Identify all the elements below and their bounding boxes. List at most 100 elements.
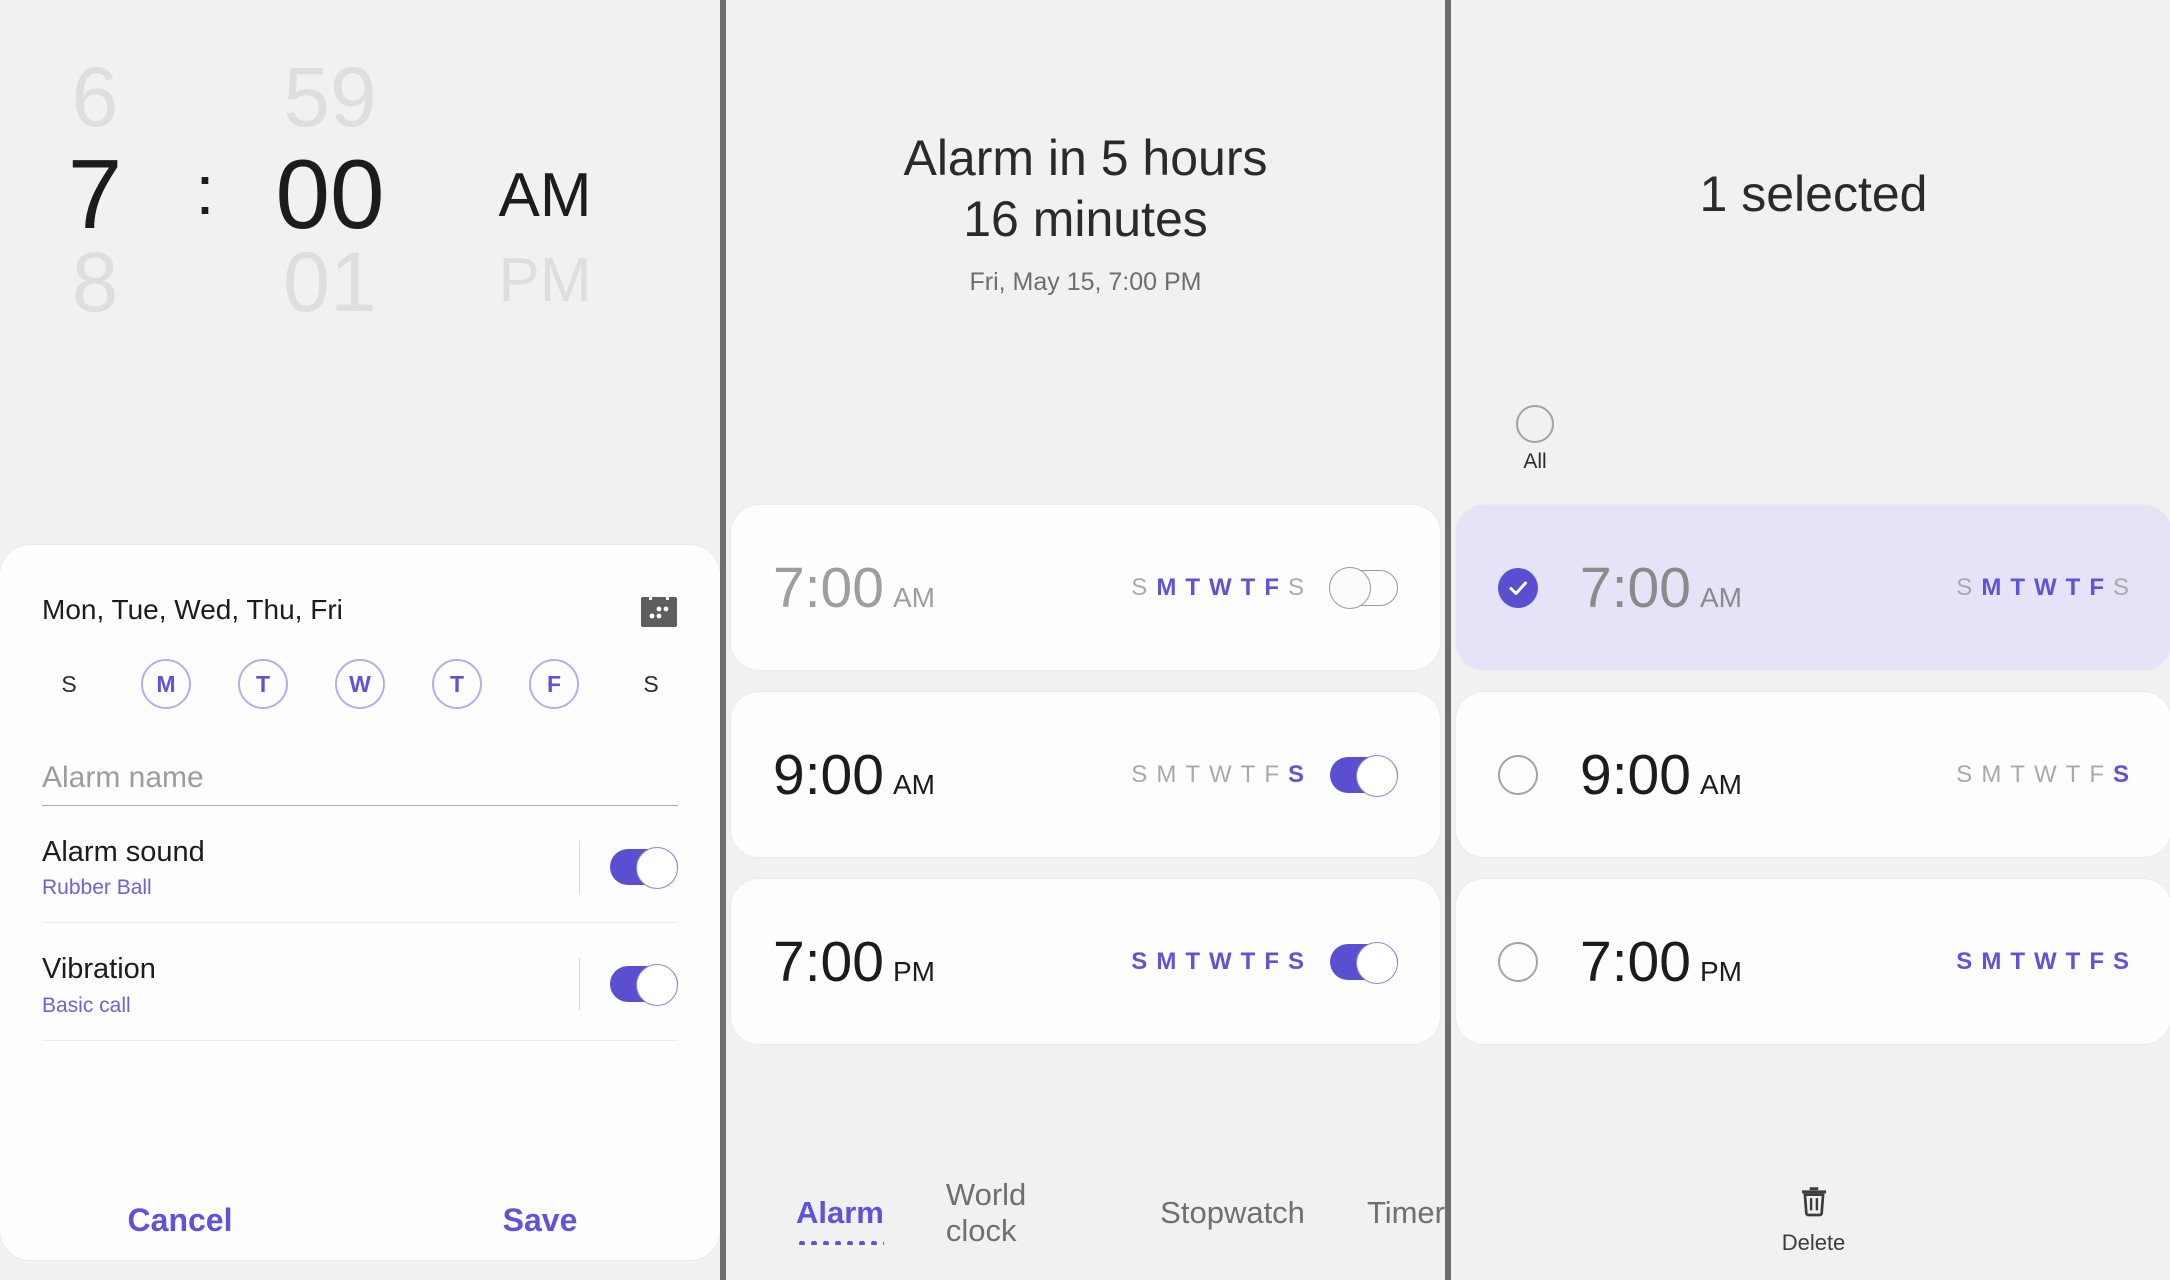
select-all-label: All [1523, 450, 1547, 473]
alarm-time-900am: 9:00 AM [773, 742, 935, 808]
select-time-700am: 7:00 AM [1580, 555, 1742, 621]
select-radio-900am[interactable] [1498, 754, 1538, 795]
daystrip-sat: S [1287, 947, 1304, 975]
minute-next[interactable]: 01 [240, 240, 420, 324]
vibration-value[interactable]: Basic call [42, 994, 156, 1018]
repeat-days-label: Mon, Tue, Wed, Thu, Fri [42, 594, 343, 625]
tab-alarm[interactable]: Alarm [796, 1195, 884, 1245]
delete-action-bar[interactable]: Delete [1451, 1158, 2170, 1280]
three-panel-screenshot: 6 7 8 : 59 00 01 AM PM Mon, Tue, Wed, Th… [0, 0, 2170, 1280]
alarm-toggle-700pm[interactable] [1330, 941, 1398, 984]
daystrip-sun: S [1956, 947, 1973, 975]
daystrip-fri: F [1264, 760, 1279, 788]
save-button-wrap[interactable]: Save [360, 1202, 720, 1239]
daystrip-sun: S [1131, 760, 1148, 788]
daystrip-thu: T [2065, 573, 2081, 601]
day-chip-tue[interactable]: T [238, 659, 288, 709]
time-picker[interactable]: 6 7 8 : 59 00 01 AM PM [0, 0, 720, 545]
select-row-700am[interactable]: 7:00 AM S M T W T F S [1456, 505, 2170, 670]
daystrip-thu: T [2065, 760, 2081, 788]
alarm-sound-toggle-group [579, 841, 678, 894]
hour-next[interactable]: 8 [20, 240, 170, 324]
alarm-list-panel: Alarm in 5 hours 16 minutes Fri, May 15,… [726, 0, 2146, 1280]
day-chip-wed[interactable]: W [335, 659, 385, 709]
vibration-toggle[interactable] [610, 964, 678, 1007]
select-row-right: S M T W T F S [1956, 574, 2129, 602]
select-all-radio[interactable] [1516, 405, 1554, 443]
edit-alarm-panel: 6 7 8 : 59 00 01 AM PM Mon, Tue, Wed, Th… [0, 0, 720, 1280]
alarm-sound-labels: Alarm sound Rubber Ball [42, 834, 205, 900]
hour-prev[interactable]: 6 [20, 55, 170, 139]
daystrip-fri: F [1264, 573, 1279, 601]
alarm-sound-value[interactable]: Rubber Ball [42, 876, 205, 900]
minute-prev[interactable]: 59 [240, 55, 420, 139]
daystrip-fri: F [2089, 573, 2104, 601]
daystrip-select-900am: S M T W T F S [1956, 761, 2129, 789]
selection-count-title: 1 selected [1699, 166, 1928, 222]
alarm-time-value: 9:00 [773, 742, 884, 807]
alarm-toggle-700am[interactable] [1329, 567, 1398, 609]
tab-world-clock[interactable]: World clock [946, 1177, 1098, 1263]
alarm-toggle-900am[interactable] [1330, 754, 1398, 797]
daystrip-select-700am: S M T W T F S [1956, 574, 2129, 602]
hour-value[interactable]: 7 [20, 145, 170, 243]
cancel-button[interactable]: Cancel [128, 1202, 233, 1239]
edit-alarm-card: Mon, Tue, Wed, Thu, Fri S M T W T F S Al… [0, 545, 720, 1260]
tab-stopwatch[interactable]: Stopwatch [1160, 1195, 1305, 1245]
repeat-row[interactable]: Mon, Tue, Wed, Thu, Fri [42, 545, 678, 629]
trash-icon[interactable] [1797, 1183, 1831, 1222]
alarm-name-field[interactable] [42, 761, 678, 806]
daystrip-tue: T [1185, 947, 1200, 975]
alarm-name-input[interactable] [42, 761, 678, 795]
day-chip-fri[interactable]: F [529, 659, 579, 709]
select-row-700pm[interactable]: 7:00 PM S M T W T F S [1456, 879, 2170, 1044]
alarm-meridiem: PM [892, 955, 935, 987]
alarm-meridiem: AM [1699, 581, 1742, 613]
alarm-cards: 7:00 AM S M T W T F S 9:00 AM S M T W T … [726, 505, 1445, 1066]
alarm-time-700pm: 7:00 PM [773, 929, 935, 995]
day-chip-thu[interactable]: T [432, 659, 482, 709]
daystrip-700pm: S M T W T F S [1131, 948, 1304, 976]
daystrip-sat: S [2112, 947, 2129, 975]
select-radio-700am[interactable] [1498, 567, 1538, 608]
alarm-sound-toggle[interactable] [610, 847, 678, 890]
delete-button-label[interactable]: Delete [1782, 1230, 1846, 1256]
minute-value[interactable]: 00 [240, 145, 420, 243]
next-alarm-line2: 16 minutes [963, 191, 1208, 247]
save-button[interactable]: Save [503, 1202, 578, 1239]
vibration-row[interactable]: Vibration Basic call [42, 923, 678, 1041]
meridiem-value[interactable]: AM [440, 165, 650, 227]
select-all-control[interactable]: All [1499, 405, 1571, 474]
edit-action-bar: Cancel Save [0, 1160, 720, 1280]
daystrip-tue: T [2010, 760, 2025, 788]
select-row-right: S M T W T F S [1956, 948, 2129, 976]
vibration-labels: Vibration Basic call [42, 951, 156, 1017]
daystrip-sat: S [1287, 760, 1304, 788]
alarm-sound-row[interactable]: Alarm sound Rubber Ball [42, 806, 678, 924]
daystrip-mon: M [1981, 760, 2002, 788]
daystrip-wed: W [2033, 573, 2057, 601]
alarm-meridiem: AM [892, 768, 935, 800]
day-selector[interactable]: S M T W T F S [42, 659, 678, 709]
cancel-button-wrap[interactable]: Cancel [0, 1202, 360, 1239]
alarm-time-value: 7:00 [1580, 555, 1691, 620]
daystrip-sat: S [2112, 573, 2129, 601]
meridiem-next[interactable]: PM [440, 250, 650, 312]
alarm-row-900am[interactable]: 9:00 AM S M T W T F S [731, 692, 1440, 857]
colon-glyph: : [195, 151, 215, 229]
day-chip-sat[interactable]: S [626, 659, 676, 709]
alarm-row-700pm[interactable]: 7:00 PM S M T W T F S [731, 879, 1440, 1044]
calendar-icon[interactable] [640, 591, 678, 629]
select-row-900am[interactable]: 9:00 AM S M T W T F S [1456, 692, 2170, 857]
daystrip-thu: T [2065, 947, 2081, 975]
alarm-time-value: 7:00 [773, 929, 884, 994]
tab-timer[interactable]: Timer [1367, 1195, 1445, 1245]
daystrip-900am: S M T W T F S [1131, 761, 1304, 789]
day-chip-sun[interactable]: S [44, 659, 94, 709]
select-radio-700pm[interactable] [1498, 941, 1538, 982]
alarm-row-700am[interactable]: 7:00 AM S M T W T F S [731, 505, 1440, 670]
daystrip-tue: T [2010, 947, 2025, 975]
daystrip-thu: T [1240, 947, 1256, 975]
daystrip-mon: M [1156, 947, 1177, 975]
day-chip-mon[interactable]: M [141, 659, 191, 709]
